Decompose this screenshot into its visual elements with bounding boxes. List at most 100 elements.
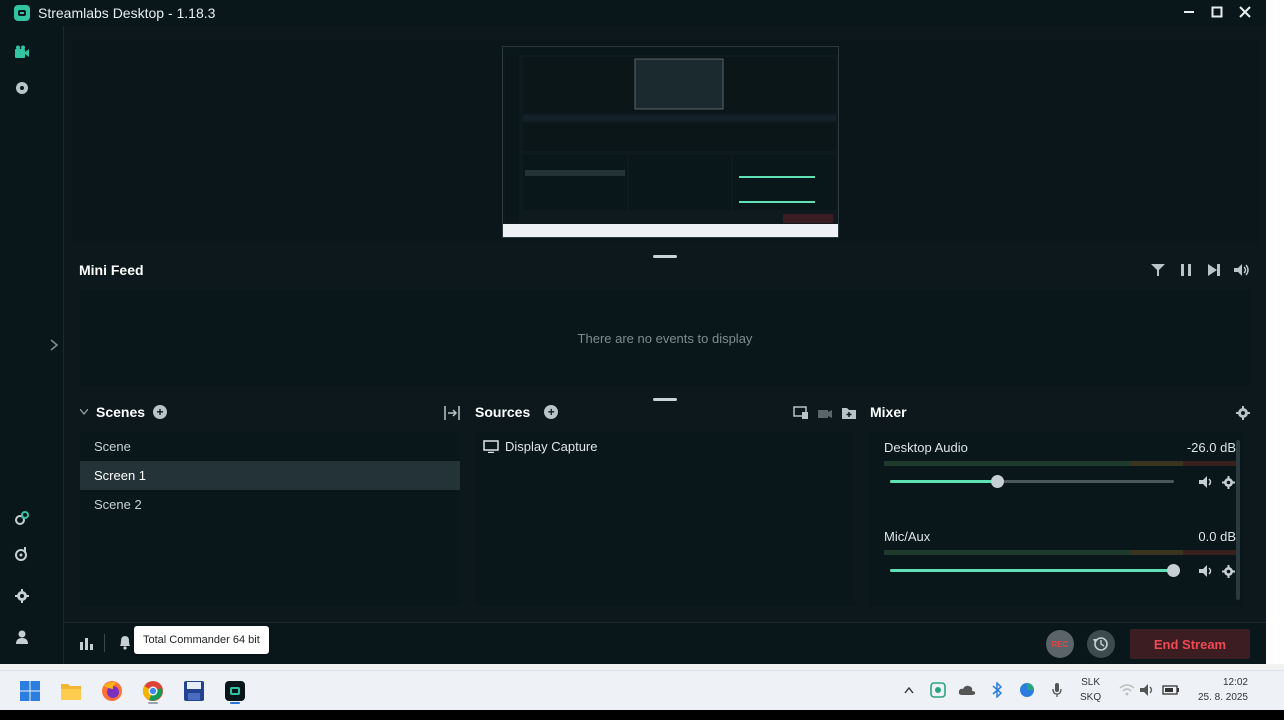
file-explorer-icon[interactable] xyxy=(57,677,85,705)
bluetooth-icon[interactable] xyxy=(988,681,1006,699)
scenes-title: Scenes xyxy=(96,404,146,420)
mixer-header: Mixer xyxy=(870,404,907,420)
sources-header: Sources + xyxy=(475,404,559,420)
source-camera-icon[interactable] xyxy=(817,406,833,425)
expand-sidebar-chevron-icon[interactable] xyxy=(44,330,64,360)
taskbar: SLK SKQ 12:02 25. 8. 2025 xyxy=(0,670,1284,710)
scene-item[interactable]: Scene xyxy=(80,432,460,461)
studio-icon[interactable] xyxy=(12,42,32,62)
streamlabs-taskbar-icon[interactable] xyxy=(221,677,249,705)
volume-meter xyxy=(884,461,1236,466)
mixer-channel-db: -26.0 dB xyxy=(1186,440,1236,455)
maximize-button[interactable] xyxy=(1210,6,1224,20)
firefox-icon[interactable] xyxy=(98,677,126,705)
volume-slider-knob[interactable] xyxy=(1167,564,1180,577)
mixer-scrollbar[interactable] xyxy=(1236,440,1240,600)
record-label: REC xyxy=(1051,639,1069,649)
preview-resize-handle[interactable] xyxy=(653,255,677,258)
mixer-channel-name: Mic/Aux xyxy=(884,529,931,544)
window-title: Streamlabs Desktop - 1.18.3 xyxy=(38,5,216,21)
preview-display-capture xyxy=(502,46,839,238)
mixer-list: Desktop Audio -26.0 dB Mic/Aux 0.0 dB xyxy=(870,432,1242,606)
screen-bottom-edge xyxy=(0,710,1284,720)
notifications-bell-icon[interactable] xyxy=(118,635,132,655)
volume-slider-fill xyxy=(890,480,998,483)
total-commander-icon[interactable] xyxy=(180,677,208,705)
mini-feed-title: Mini Feed xyxy=(79,262,144,278)
system-clock[interactable]: 12:02 25. 8. 2025 xyxy=(1198,675,1248,705)
record-button[interactable]: REC xyxy=(1046,630,1074,658)
mixer-channel-name: Desktop Audio xyxy=(884,440,968,455)
footer-divider xyxy=(104,634,105,652)
add-source-button[interactable]: + xyxy=(544,405,559,419)
scene-item-selected[interactable]: Screen 1 xyxy=(80,461,460,490)
end-stream-button[interactable]: End Stream xyxy=(1130,629,1250,659)
main-editor: Mini Feed There are no events to display… xyxy=(64,26,1266,622)
mixer-settings-gear-icon[interactable] xyxy=(1236,406,1250,425)
volume-slider-knob[interactable] xyxy=(991,475,1004,488)
window-edge xyxy=(1266,0,1284,665)
keyboard-language-indicator[interactable]: SLK SKQ xyxy=(1080,675,1101,705)
speaker-icon[interactable] xyxy=(1139,681,1157,699)
filter-icon[interactable] xyxy=(1150,262,1166,278)
streamlabs-logo-icon xyxy=(14,5,30,21)
themes-icon[interactable] xyxy=(12,78,32,98)
close-button[interactable] xyxy=(1238,6,1252,20)
volume-slider[interactable] xyxy=(890,564,1180,577)
volume-meter xyxy=(884,550,1236,555)
microphone-icon[interactable] xyxy=(1048,681,1066,699)
stream-preview[interactable] xyxy=(72,40,1258,244)
scene-item[interactable]: Scene 2 xyxy=(80,490,460,519)
mini-feed-box: There are no events to display xyxy=(80,290,1250,386)
clock-date: 25. 8. 2025 xyxy=(1197,692,1248,703)
tray-app-icon[interactable] xyxy=(929,681,947,699)
onedrive-cloud-icon[interactable] xyxy=(958,681,976,699)
add-scene-button[interactable]: + xyxy=(153,405,168,419)
language-line1: SLK xyxy=(1081,677,1101,688)
skip-icon[interactable] xyxy=(1206,262,1222,278)
scenes-header: Scenes + xyxy=(80,404,168,420)
mute-volume-icon[interactable] xyxy=(1198,474,1214,490)
source-label: Display Capture xyxy=(505,439,598,454)
mute-volume-icon[interactable] xyxy=(1198,563,1214,579)
source-display-icon[interactable] xyxy=(793,406,809,425)
link-icon[interactable] xyxy=(12,508,32,528)
monitor-icon xyxy=(483,440,499,453)
mixer-title: Mixer xyxy=(870,404,907,420)
replay-icon xyxy=(1093,637,1108,651)
source-item[interactable]: Display Capture xyxy=(475,432,855,461)
battery-icon[interactable] xyxy=(1162,681,1180,699)
mixer-channel: Desktop Audio -26.0 dB xyxy=(884,440,1236,520)
sources-title: Sources xyxy=(475,404,531,420)
music-icon[interactable] xyxy=(12,544,32,564)
pause-icon[interactable] xyxy=(1178,262,1194,278)
security-shield-icon[interactable] xyxy=(1018,681,1036,699)
channel-settings-gear-icon[interactable] xyxy=(1220,563,1236,579)
scene-transitions-icon[interactable] xyxy=(444,406,460,425)
channel-settings-gear-icon[interactable] xyxy=(1220,474,1236,490)
taskbar-tooltip: Total Commander 64 bit xyxy=(134,626,269,654)
volume-icon[interactable] xyxy=(1234,262,1250,278)
source-folder-icon[interactable] xyxy=(841,406,857,425)
clock-time: 12:02 xyxy=(1222,677,1248,688)
chevron-up-icon[interactable] xyxy=(900,681,918,699)
mixer-channel-db: 0.0 dB xyxy=(1198,529,1236,544)
chevron-down-icon[interactable] xyxy=(80,409,88,415)
wifi-icon[interactable] xyxy=(1118,681,1136,699)
chrome-icon[interactable] xyxy=(139,677,167,705)
windows-start-icon[interactable] xyxy=(16,677,44,705)
volume-slider[interactable] xyxy=(890,475,1174,488)
sources-list: Display Capture xyxy=(475,432,855,606)
mini-feed-empty-text: There are no events to display xyxy=(577,330,753,346)
minimize-button[interactable] xyxy=(1182,6,1196,20)
feed-resize-handle[interactable] xyxy=(653,398,677,401)
performance-stats-icon[interactable] xyxy=(80,636,94,655)
language-line2: SKQ xyxy=(1080,692,1102,703)
title-bar: Streamlabs Desktop - 1.18.3 xyxy=(0,0,1266,26)
replay-buffer-button[interactable] xyxy=(1087,630,1115,658)
scenes-list: Scene Screen 1 Scene 2 xyxy=(80,432,460,606)
settings-icon[interactable] xyxy=(12,586,32,606)
mixer-channel: Mic/Aux 0.0 dB xyxy=(884,529,1236,609)
profile-icon[interactable] xyxy=(12,627,32,647)
volume-slider-fill xyxy=(890,569,1174,572)
